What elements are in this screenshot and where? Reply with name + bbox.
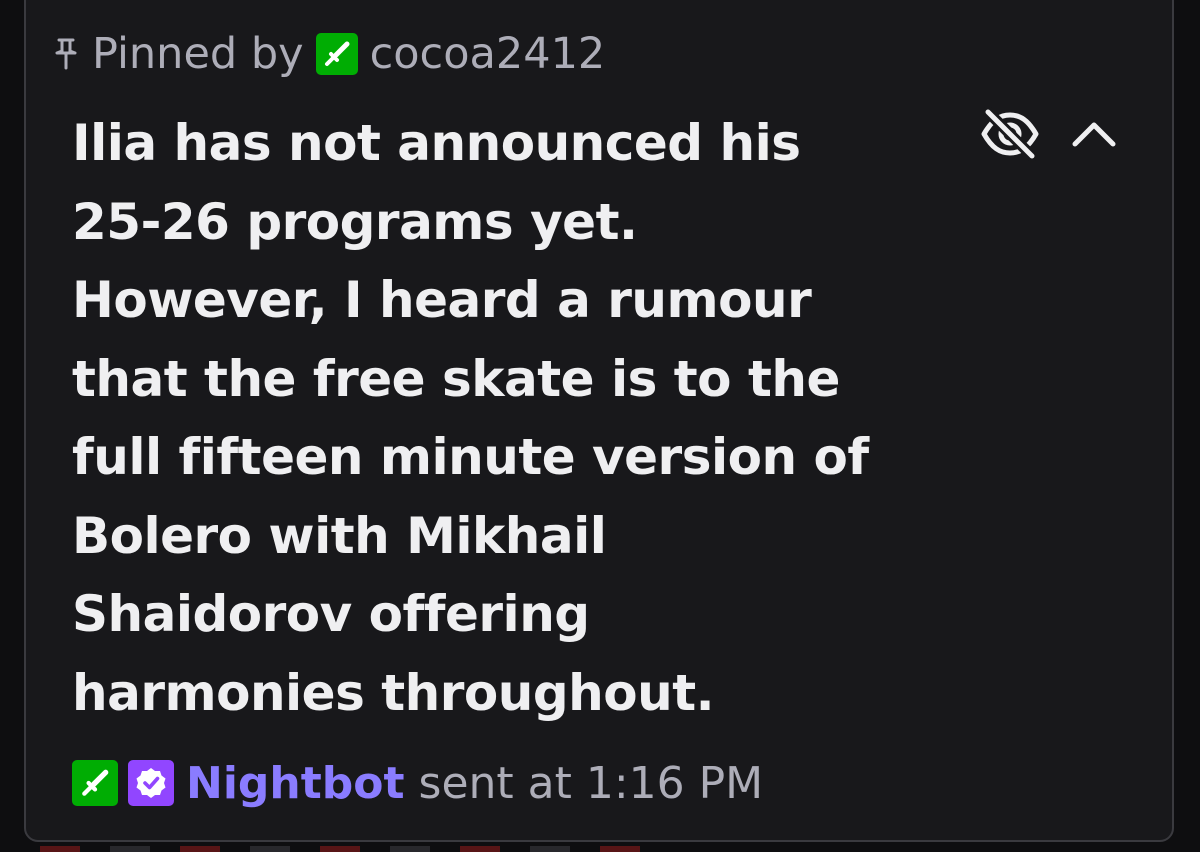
message-footer: Nightbot sent at 1:16 PM — [72, 752, 763, 814]
pin-icon — [52, 37, 80, 71]
chevron-up-icon — [1071, 119, 1117, 153]
chat-page: Pinned by cocoa2412 Ilia has not announc… — [0, 0, 1200, 852]
message-line: 25-26 programs yet. — [72, 192, 638, 251]
message-line: Shaidorov offering — [72, 585, 590, 643]
message-line: harmonies throughout. — [72, 663, 715, 722]
message-line: Bolero with Mikhail — [72, 506, 607, 565]
message-line: full fifteen minute version of — [72, 428, 869, 486]
pinned-message-text: Ilia has not announced his 25-26 program… — [72, 104, 952, 732]
pinned-by-row: Pinned by cocoa2412 — [52, 26, 605, 82]
message-line: Ilia has not announced his — [72, 114, 801, 172]
collapse-pin-button[interactable] — [1062, 104, 1126, 168]
pinner-username[interactable]: cocoa2412 — [370, 29, 606, 79]
sent-timestamp: sent at 1:16 PM — [418, 757, 764, 809]
moderator-sword-badge-icon — [315, 33, 358, 75]
chat-background-fragment — [40, 846, 640, 852]
verified-bot-badge-icon — [128, 760, 174, 806]
sender-username[interactable]: Nightbot — [186, 758, 405, 809]
pinned-by-label: Pinned by — [92, 29, 304, 79]
message-line: that the free skate is to the — [72, 349, 840, 408]
moderator-sword-badge-icon — [72, 760, 118, 806]
eye-off-icon — [978, 106, 1042, 166]
message-line: However, I heard a rumour — [72, 271, 812, 329]
hide-pin-button[interactable] — [974, 104, 1046, 168]
